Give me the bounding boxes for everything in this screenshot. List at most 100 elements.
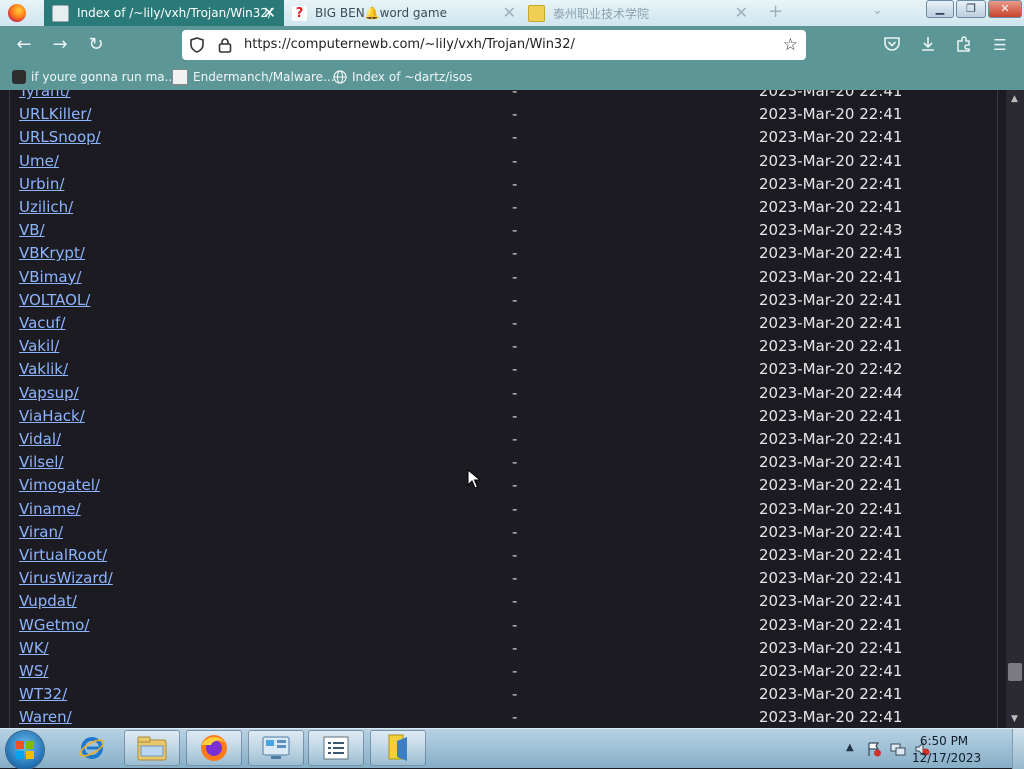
- directory-link[interactable]: Vidal/: [19, 430, 61, 448]
- lock-icon[interactable]: [218, 37, 232, 53]
- table-row: Viname/ - 2023-Mar-20 22:41: [0, 500, 1000, 523]
- pocket-icon[interactable]: [882, 35, 902, 55]
- minimize-button[interactable]: ▁: [926, 0, 954, 18]
- clock-time[interactable]: 6:50 PM: [912, 734, 976, 748]
- directory-link[interactable]: WT32/: [19, 685, 67, 703]
- globe-icon: [333, 70, 347, 84]
- windows-taskbar: ▲ 6:50 PM 12/17/2023: [0, 728, 1024, 769]
- scrollbar-thumb[interactable]: [1008, 663, 1022, 681]
- firefox-icon: [201, 735, 227, 761]
- directory-link[interactable]: VirtualRoot/: [19, 546, 107, 564]
- vertical-scrollbar[interactable]: ▲ ▼: [1006, 90, 1024, 728]
- bookmark-item[interactable]: Endermanch/Malware...: [172, 68, 335, 86]
- table-row: Vidal/ - 2023-Mar-20 22:41: [0, 430, 1000, 453]
- directory-link[interactable]: Vacuf/: [19, 314, 65, 332]
- size-cell: -: [512, 337, 518, 356]
- directory-link[interactable]: VBimay/: [19, 268, 81, 286]
- close-tab-icon[interactable]: ✕: [263, 3, 276, 22]
- date-cell: 2023-Mar-20 22:41: [759, 476, 903, 495]
- tab-taizhou[interactable]: 泰州职业技术学院 ✕: [520, 0, 756, 26]
- close-tab-icon[interactable]: ✕: [735, 3, 748, 22]
- bookmark-star-icon[interactable]: ☆: [783, 35, 798, 55]
- reload-icon[interactable]: ↻: [84, 33, 108, 57]
- directory-link[interactable]: VB/: [19, 221, 45, 239]
- date-cell: 2023-Mar-20 22:41: [759, 638, 903, 657]
- directory-link[interactable]: ViaHack/: [19, 407, 85, 425]
- back-arrow-icon[interactable]: ←: [12, 33, 36, 57]
- date-cell: 2023-Mar-20 22:42: [759, 360, 903, 379]
- size-cell: -: [512, 128, 518, 147]
- network-icon[interactable]: [890, 741, 906, 757]
- directory-link[interactable]: Vilsel/: [19, 453, 64, 471]
- hamburger-menu-icon[interactable]: ☰: [990, 35, 1010, 55]
- url-text[interactable]: https://computernewb.com/~lily/vxh/Troja…: [244, 37, 575, 52]
- date-cell: 2023-Mar-20 22:43: [759, 221, 903, 240]
- directory-link[interactable]: Viname/: [19, 500, 81, 518]
- action-center-flag-icon[interactable]: [866, 741, 882, 757]
- taskbar-internet-explorer[interactable]: [64, 730, 120, 766]
- bookmark-label: Endermanch/Malware...: [193, 70, 335, 84]
- table-row: VOLTAOL/ - 2023-Mar-20 22:41: [0, 291, 1000, 314]
- table-row: VBimay/ - 2023-Mar-20 22:41: [0, 268, 1000, 291]
- close-window-button[interactable]: ✕: [988, 0, 1022, 18]
- address-bar[interactable]: https://computernewb.com/~lily/vxh/Troja…: [182, 30, 806, 60]
- github-page-icon: [172, 69, 188, 85]
- size-cell: -: [512, 314, 518, 332]
- tab-index-trojan[interactable]: Index of /~lily/vxh/Trojan/Win32/ ✕: [44, 0, 284, 26]
- firefox-menu-icon[interactable]: [8, 4, 26, 22]
- tracking-shield-icon[interactable]: [190, 37, 204, 53]
- table-row: Vimogatel/ - 2023-Mar-20 22:41: [0, 476, 1000, 499]
- size-cell: -: [512, 662, 518, 680]
- date-cell: 2023-Mar-20 22:41: [759, 546, 903, 564]
- directory-link[interactable]: Waren/: [19, 708, 72, 726]
- directory-link[interactable]: URLSnoop/: [19, 128, 101, 146]
- directory-link[interactable]: VirusWizard/: [19, 569, 113, 587]
- windows-logo-icon: [16, 741, 34, 759]
- directory-link[interactable]: URLKiller/: [19, 105, 92, 123]
- tab-big-ben[interactable]: ? BIG BEN🔔word game ✕: [284, 0, 516, 26]
- taskbar-file-explorer[interactable]: [124, 730, 180, 766]
- taskbar-notes[interactable]: [308, 730, 364, 766]
- directory-link[interactable]: Vupdat/: [19, 592, 77, 610]
- download-icon[interactable]: [918, 35, 938, 55]
- directory-link[interactable]: Vimogatel/: [19, 476, 100, 494]
- bookmark-item[interactable]: Index of ~dartz/isos: [333, 68, 472, 86]
- taskbar-folder[interactable]: [370, 730, 426, 766]
- directory-link[interactable]: VBKrypt/: [19, 244, 85, 262]
- directory-link[interactable]: Urbin/: [19, 175, 64, 193]
- table-row: URLSnoop/ - 2023-Mar-20 22:41: [0, 128, 1000, 151]
- close-tab-icon[interactable]: ✕: [503, 3, 516, 22]
- show-desktop-button[interactable]: [1012, 729, 1024, 769]
- date-cell: 2023-Mar-20 22:41: [759, 406, 903, 425]
- forward-arrow-icon[interactable]: →: [48, 33, 72, 57]
- clock-date[interactable]: 12/17/2023: [912, 751, 981, 765]
- taskbar-control-panel[interactable]: [248, 730, 304, 766]
- directory-link[interactable]: WGetmo/: [19, 616, 89, 634]
- directory-link[interactable]: VOLTAOL/: [19, 291, 90, 309]
- directory-link[interactable]: Viran/: [19, 523, 63, 541]
- extensions-puzzle-icon[interactable]: [954, 35, 974, 55]
- scroll-up-icon[interactable]: ▲: [1011, 94, 1018, 104]
- directory-link[interactable]: Vakil/: [19, 337, 59, 355]
- bookmark-item[interactable]: if youre gonna run ma...: [12, 68, 176, 86]
- directory-link[interactable]: Ume/: [19, 152, 59, 170]
- directory-link[interactable]: Uzilich/: [19, 198, 73, 216]
- directory-link[interactable]: WS/: [19, 662, 48, 680]
- directory-link[interactable]: WK/: [19, 639, 49, 657]
- directory-link[interactable]: Vapsup/: [19, 384, 79, 402]
- directory-link[interactable]: Tyrant/: [19, 90, 71, 100]
- notes-icon: [323, 736, 349, 760]
- list-all-tabs-icon[interactable]: ⌄: [872, 3, 883, 18]
- taskbar-firefox[interactable]: [186, 730, 242, 766]
- size-cell: -: [512, 290, 518, 309]
- date-cell: 2023-Mar-20 22:41: [759, 128, 903, 147]
- maximize-button[interactable]: ❐: [956, 0, 986, 18]
- directory-link[interactable]: Vaklik/: [19, 360, 68, 378]
- start-button[interactable]: [6, 731, 44, 769]
- scroll-down-icon[interactable]: ▼: [1011, 714, 1018, 724]
- new-tab-icon[interactable]: +: [768, 1, 783, 22]
- page-icon: [52, 4, 69, 22]
- show-hidden-icons-icon[interactable]: ▲: [846, 742, 854, 753]
- date-cell: 2023-Mar-20 22:41: [759, 499, 903, 518]
- date-cell: 2023-Mar-20 22:41: [759, 615, 903, 634]
